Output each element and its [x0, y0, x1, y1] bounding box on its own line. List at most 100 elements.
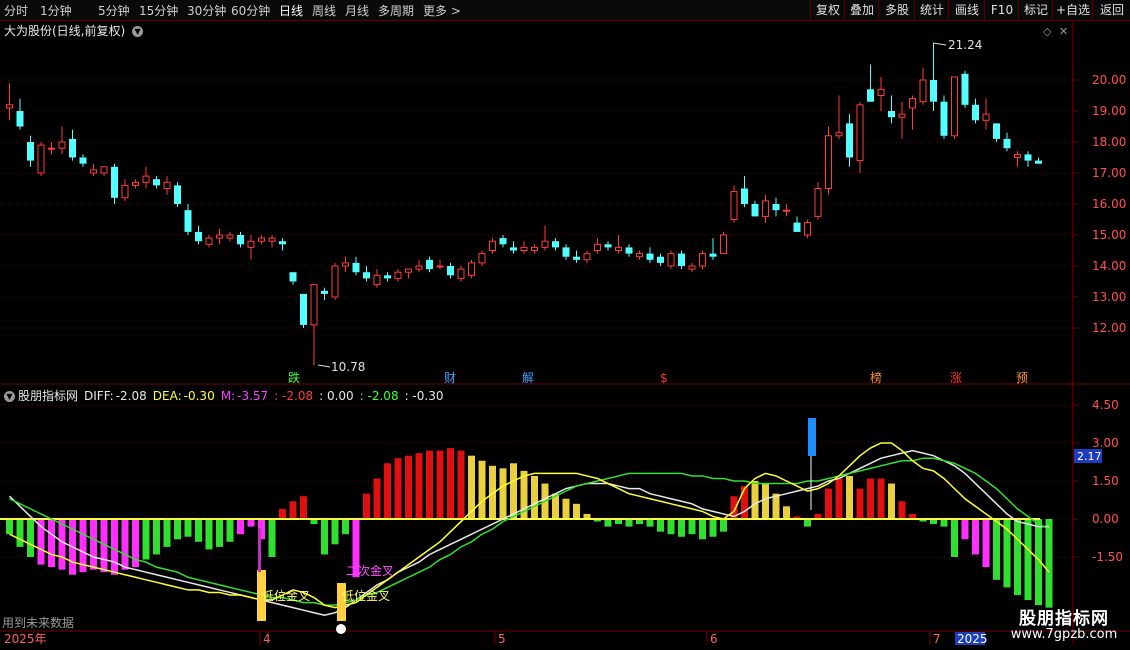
- candle-body-up: [783, 209, 790, 212]
- candle-body-up: [100, 166, 108, 174]
- candle-body-up: [804, 222, 811, 236]
- indicator-bar: [174, 519, 181, 540]
- candle-body-up: [142, 175, 150, 183]
- candle-body-down: [646, 253, 654, 260]
- candle-body-down: [384, 275, 391, 279]
- candle-body-down: [510, 247, 517, 251]
- candle-body-down: [426, 259, 433, 270]
- indicator-bar: [279, 508, 286, 519]
- candle-body-up: [258, 237, 265, 242]
- candle-body-down: [867, 89, 874, 102]
- indicator-bar: [867, 478, 874, 519]
- candle-body-up: [982, 113, 990, 121]
- candle-body-up: [216, 234, 223, 239]
- indicator-bar: [940, 519, 948, 527]
- date-axis: 2025年 4 5 6 7 2025: [4, 632, 988, 646]
- candle-body-up: [909, 98, 916, 109]
- candle-body-down: [195, 231, 202, 242]
- candle-body-down: [888, 111, 895, 118]
- indicator-bar: [573, 503, 580, 519]
- diamond-icon[interactable]: ◇: [1043, 25, 1052, 38]
- candle-body-up: [90, 169, 97, 174]
- close-icon[interactable]: ✕: [1059, 25, 1068, 38]
- candle-body-down: [153, 179, 160, 186]
- candle-body-down: [237, 235, 244, 245]
- indicator-bar: [951, 519, 958, 557]
- indicator-bar: [982, 519, 990, 568]
- price-tick-label: 17.00: [1092, 166, 1126, 180]
- candle-body-down: [625, 247, 633, 254]
- dea-label: DEA:: [152, 389, 182, 403]
- low-pointer: [317, 364, 331, 368]
- candle-body-up: [919, 79, 927, 103]
- indicator-header: ▼ 股朋指标网 DIFF: -2.08 DEA: -0.30 M: -3.57: -2.08:…: [4, 387, 449, 404]
- indicator-name[interactable]: 股朋指标网: [18, 389, 78, 403]
- candle-body-down: [289, 272, 297, 282]
- indicator-bar: [961, 519, 969, 540]
- indicator-bar: [835, 478, 843, 519]
- candle-body-up: [531, 246, 538, 251]
- indicator-bar: [846, 475, 853, 519]
- indicator-bar: [993, 519, 1000, 580]
- future-data-warning: 用到未来数据: [2, 616, 75, 630]
- indicator-bar: [111, 519, 118, 575]
- indicator-bar: [478, 460, 486, 519]
- extra-value-2: : 0.00: [319, 389, 354, 403]
- candle-body-down: [184, 210, 192, 232]
- high-price-label: 21.24: [948, 38, 982, 52]
- indicator-bar: [247, 519, 255, 527]
- watermark-url: www.7gpzb.com: [1010, 627, 1118, 642]
- candle-body-up: [6, 104, 13, 109]
- indicator-tick-label: 4.50: [1092, 398, 1119, 412]
- candle-body-down: [972, 104, 979, 121]
- candle-body-up: [436, 265, 444, 268]
- indicator-bar: [142, 519, 150, 560]
- candle-body-down: [562, 247, 570, 257]
- candle-body-down: [111, 166, 118, 198]
- candle-body-up: [132, 181, 139, 186]
- extra-value-1: : -2.08: [274, 389, 314, 403]
- dea-value: -0.30: [183, 389, 215, 403]
- low-cross-label-2: 低位金叉: [342, 588, 390, 603]
- candle-body-down: [793, 222, 801, 232]
- indicator-bar: [751, 481, 759, 519]
- kline-chart[interactable]: ◇ ✕ 20.00 19.00 18.00 17.00 16.00 15.00 14.00 1…: [0, 0, 1130, 650]
- indicator-bar: [1014, 519, 1021, 595]
- candle-body-down: [69, 138, 76, 158]
- low-cross-stem-1: [258, 528, 261, 572]
- candle-body-down: [1035, 160, 1042, 164]
- candle-body-up: [730, 191, 738, 221]
- indicator-bar: [394, 458, 402, 519]
- candle-body-down: [552, 241, 559, 248]
- indicator-bar: [447, 448, 454, 519]
- candle-body-up: [615, 246, 622, 251]
- price-tick-label: 19.00: [1092, 104, 1126, 118]
- m-value: -3.57: [237, 389, 269, 403]
- indicator-bar: [121, 519, 129, 570]
- indicator-bar: [709, 519, 717, 537]
- candle-body-up: [720, 234, 727, 255]
- candle-body-down: [741, 188, 748, 204]
- candle-body-down: [573, 256, 580, 260]
- candle-body-up: [594, 243, 601, 252]
- indicator-bar: [436, 450, 444, 519]
- event-marker: 财: [444, 371, 456, 385]
- candle-body-down: [961, 73, 969, 105]
- indicator-bar: [972, 519, 979, 555]
- candle-body-up: [457, 268, 465, 279]
- candle-body-up: [541, 240, 549, 248]
- indicator-bar: [657, 519, 664, 532]
- chevron-down-icon[interactable]: ▼: [4, 391, 15, 402]
- indicator-bar: [58, 519, 66, 570]
- indicator-bar: [562, 498, 570, 519]
- candle-body-up: [856, 104, 864, 162]
- indicator-bar: [1045, 519, 1053, 608]
- price-tick-label: 16.00: [1092, 197, 1126, 211]
- candle-body-up: [583, 253, 591, 261]
- indicator-bar: [720, 519, 727, 532]
- indicator-bar: [153, 519, 160, 555]
- indicator-bar: [331, 519, 339, 545]
- indicator-bar: [268, 519, 276, 557]
- indicator-bar: [877, 478, 885, 519]
- candle-body-down: [604, 244, 612, 248]
